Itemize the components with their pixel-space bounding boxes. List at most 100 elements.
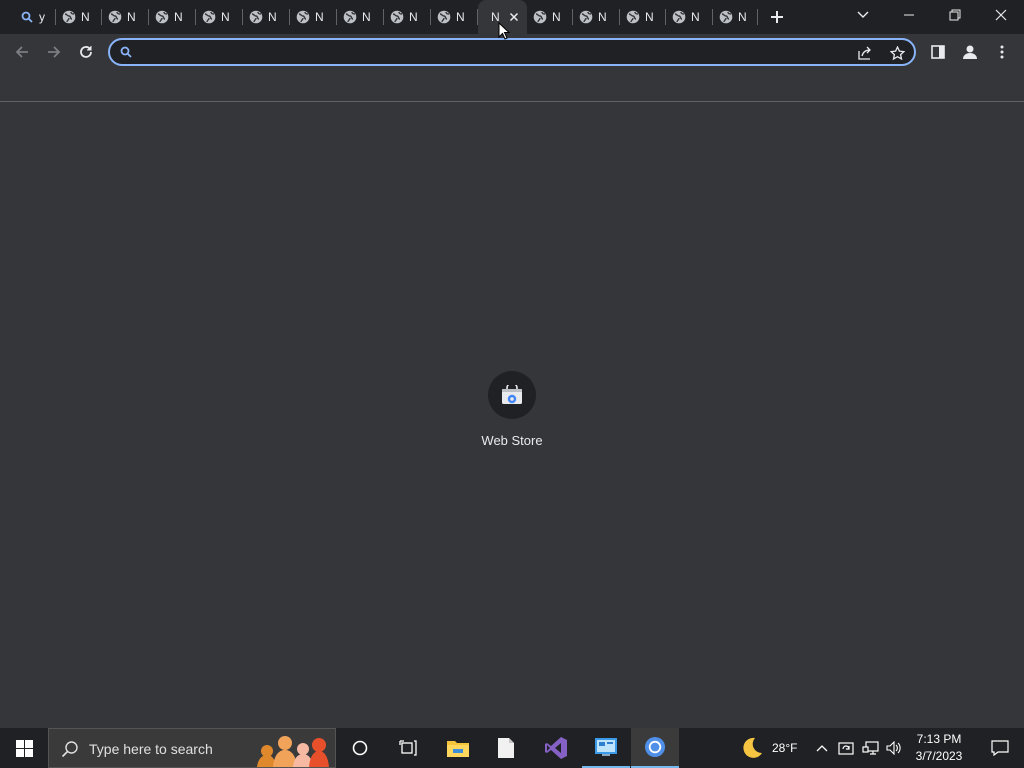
chevron-up-icon bbox=[816, 745, 828, 752]
kebab-menu-icon bbox=[1000, 45, 1004, 59]
minimize-button[interactable] bbox=[886, 0, 932, 30]
tab-title: N bbox=[552, 10, 561, 24]
bookmark-bar bbox=[0, 70, 1024, 102]
shortcut-label: Web Store bbox=[481, 433, 543, 448]
globe-icon bbox=[62, 10, 76, 24]
new-tab-page: Web Store bbox=[0, 103, 1024, 728]
search-icon bbox=[61, 741, 78, 758]
tab[interactable]: y bbox=[14, 0, 56, 34]
tab-title: N bbox=[221, 10, 230, 24]
tray-app-button[interactable] bbox=[836, 738, 856, 758]
tab-title: N bbox=[456, 10, 465, 24]
tab-title: N bbox=[315, 10, 324, 24]
restore-icon bbox=[949, 9, 961, 21]
file-explorer-button[interactable] bbox=[434, 728, 482, 768]
tab[interactable]: N bbox=[573, 0, 620, 34]
tab[interactable]: N bbox=[102, 0, 149, 34]
side-panel-icon bbox=[931, 45, 945, 59]
forward-button[interactable] bbox=[40, 38, 68, 66]
globe-icon bbox=[390, 10, 404, 24]
shortcut-tile[interactable] bbox=[488, 371, 536, 419]
tab[interactable]: N bbox=[196, 0, 243, 34]
action-center-button[interactable] bbox=[976, 728, 1024, 768]
minimize-icon bbox=[904, 14, 914, 16]
tab[interactable]: N bbox=[713, 0, 758, 34]
taskbar-search-box[interactable]: Type here to search bbox=[48, 728, 336, 768]
tab-search-button[interactable] bbox=[840, 0, 886, 30]
network-icon bbox=[861, 740, 879, 755]
search-icon bbox=[20, 10, 34, 24]
file-explorer-icon bbox=[447, 741, 469, 757]
tab[interactable]: N bbox=[666, 0, 713, 34]
chevron-down-icon bbox=[857, 11, 869, 18]
moon-icon bbox=[743, 737, 762, 758]
volume-button[interactable] bbox=[884, 738, 904, 758]
network-button[interactable] bbox=[860, 738, 880, 758]
tab[interactable]: N bbox=[431, 0, 478, 34]
chrome-button[interactable] bbox=[631, 728, 679, 768]
tab-title: y bbox=[39, 10, 45, 24]
notepad-button[interactable] bbox=[482, 728, 530, 768]
globe-icon bbox=[249, 10, 263, 24]
tab[interactable]: N bbox=[527, 0, 573, 34]
show-hidden-icons-button[interactable] bbox=[812, 738, 832, 758]
new-tab-button[interactable] bbox=[765, 5, 789, 29]
menu-button[interactable] bbox=[988, 38, 1016, 66]
reload-button[interactable] bbox=[72, 38, 100, 66]
clock-time: 7:13 PM bbox=[916, 732, 962, 746]
update-icon bbox=[838, 742, 854, 755]
tab-strip: yNNNNNNNNNNNNNNN bbox=[0, 0, 1024, 34]
weather-temp: 28°F bbox=[772, 741, 798, 755]
arrow-right-icon bbox=[48, 46, 61, 58]
tab-title: N bbox=[81, 10, 90, 24]
side-panel-button[interactable] bbox=[924, 38, 952, 66]
tab-title: N bbox=[127, 10, 136, 24]
shortcut-web-store[interactable]: Web Store bbox=[472, 371, 552, 455]
tab-title: N bbox=[362, 10, 371, 24]
back-button[interactable] bbox=[8, 38, 36, 66]
address-bar[interactable] bbox=[108, 38, 916, 66]
notification-icon bbox=[991, 740, 1009, 756]
star-icon bbox=[889, 45, 905, 60]
clock[interactable]: 7:13 PM 3/7/2023 bbox=[906, 731, 972, 765]
tab-title: N bbox=[409, 10, 418, 24]
taskbar: Type here to search 28°F 7:13 PM 3/7/202… bbox=[0, 728, 1024, 768]
reload-icon bbox=[80, 46, 92, 58]
task-view-button[interactable] bbox=[384, 728, 432, 768]
globe-icon bbox=[719, 10, 733, 24]
tab[interactable]: N bbox=[56, 0, 102, 34]
control-panel-button[interactable] bbox=[582, 728, 630, 768]
close-window-button[interactable] bbox=[978, 0, 1024, 30]
tab[interactable]: N bbox=[620, 0, 666, 34]
tab[interactable]: N bbox=[384, 0, 431, 34]
windows-logo-icon bbox=[15, 739, 33, 757]
tab-title: N bbox=[645, 10, 654, 24]
globe-icon bbox=[626, 10, 640, 24]
tab[interactable]: N bbox=[337, 0, 384, 34]
restore-button[interactable] bbox=[932, 0, 978, 30]
profile-button[interactable] bbox=[956, 38, 984, 66]
address-input[interactable] bbox=[138, 42, 838, 62]
globe-icon bbox=[672, 10, 686, 24]
tab[interactable]: N bbox=[290, 0, 337, 34]
tab[interactable]: N bbox=[243, 0, 290, 34]
visual-studio-button[interactable] bbox=[532, 728, 580, 768]
share-icon bbox=[858, 46, 871, 60]
tab[interactable]: N bbox=[149, 0, 196, 34]
bookmark-button[interactable] bbox=[888, 44, 906, 62]
tab-title: N bbox=[691, 10, 700, 24]
start-button[interactable] bbox=[0, 728, 48, 768]
globe-icon bbox=[155, 10, 169, 24]
tab-title: N bbox=[268, 10, 277, 24]
globe-icon bbox=[579, 10, 593, 24]
cortana-button[interactable] bbox=[336, 728, 384, 768]
globe-icon bbox=[437, 10, 451, 24]
clock-date: 3/7/2023 bbox=[915, 749, 963, 763]
control-panel-icon bbox=[595, 738, 617, 756]
globe-icon bbox=[296, 10, 310, 24]
weather-widget[interactable]: 28°F bbox=[738, 728, 804, 768]
visual-studio-icon bbox=[545, 737, 567, 759]
notepad-icon bbox=[498, 738, 514, 758]
share-button[interactable] bbox=[856, 44, 874, 62]
tab-title: N bbox=[598, 10, 607, 24]
